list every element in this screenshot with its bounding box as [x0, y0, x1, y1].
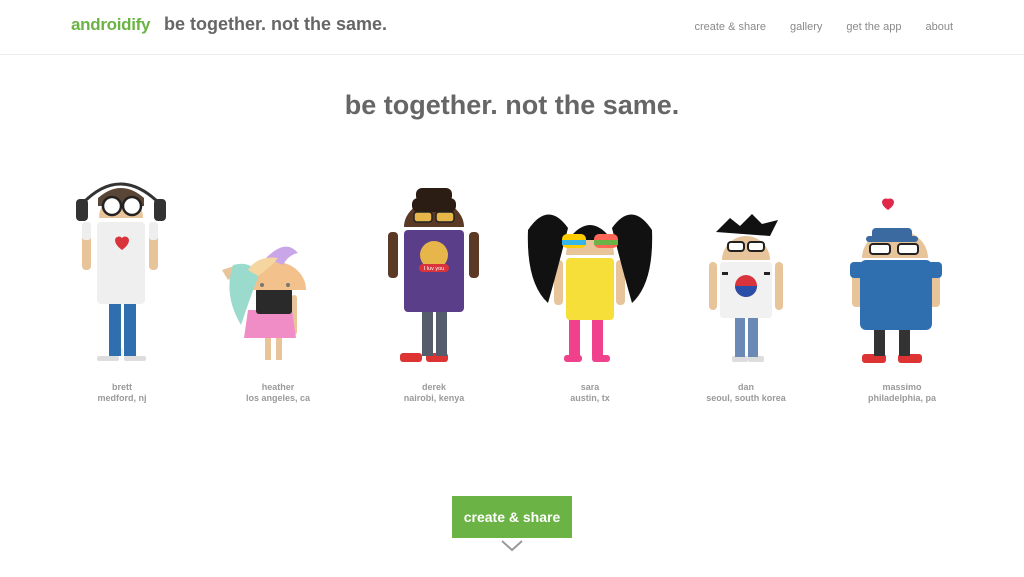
main-nav: create & share gallery get the app about [694, 21, 953, 33]
character-name: sara [580, 382, 600, 392]
character-location: seoul, south korea [706, 393, 786, 403]
character-massimo[interactable]: massimo philadelphia, pa [832, 170, 972, 410]
sara-android-figure [527, 214, 653, 362]
character-derek[interactable]: I luv you derek nairobi, kenya [364, 170, 504, 410]
character-dan[interactable]: dan seoul, south korea [676, 170, 816, 410]
character-location: philadelphia, pa [867, 393, 936, 403]
character-location: austin, tx [570, 393, 610, 403]
character-heather[interactable]: heather los angeles, ca [208, 170, 348, 410]
character-brett[interactable]: brett medford, nj [52, 170, 192, 410]
character-caption: massimo philadelphia, pa [832, 382, 972, 404]
nav-get-the-app[interactable]: get the app [846, 21, 901, 33]
character-name: massimo [882, 382, 922, 392]
hero-title: be together. not the same. [344, 90, 680, 120]
dan-android-figure [709, 214, 783, 362]
character-caption: dan seoul, south korea [676, 382, 816, 404]
massimo-android-figure [850, 198, 942, 363]
character-location: nairobi, kenya [403, 393, 465, 403]
heather-android-figure [222, 246, 306, 360]
derek-shirt-text: I luv you [424, 266, 444, 272]
nav-create-share[interactable]: create & share [694, 21, 766, 33]
top-header: androidify be together. not the same. cr… [0, 0, 1024, 55]
chevron-down-icon[interactable] [501, 540, 523, 552]
nav-about[interactable]: about [925, 21, 953, 33]
character-name: heather [261, 382, 295, 392]
character-name: derek [421, 382, 447, 392]
create-share-button[interactable]: create & share [452, 496, 572, 538]
character-caption: brett medford, nj [52, 382, 192, 404]
character-caption: sara austin, tx [520, 382, 660, 404]
character-location: los angeles, ca [245, 393, 311, 403]
character-name: brett [112, 382, 132, 392]
derek-android-figure: I luv you [388, 188, 479, 362]
character-location: medford, nj [97, 393, 147, 403]
header-tagline: be together. not the same. [164, 14, 388, 34]
character-gallery: brett medford, nj heather los angeles, c… [0, 170, 1024, 410]
brand-logo[interactable]: androidify [71, 15, 150, 35]
heart-icon [882, 198, 894, 210]
character-sara[interactable]: sara austin, tx [520, 170, 660, 410]
character-name: dan [737, 382, 754, 392]
character-caption: heather los angeles, ca [208, 382, 348, 404]
character-caption: derek nairobi, kenya [364, 382, 504, 404]
nav-gallery[interactable]: gallery [790, 21, 822, 33]
brett-android-figure [76, 182, 166, 361]
